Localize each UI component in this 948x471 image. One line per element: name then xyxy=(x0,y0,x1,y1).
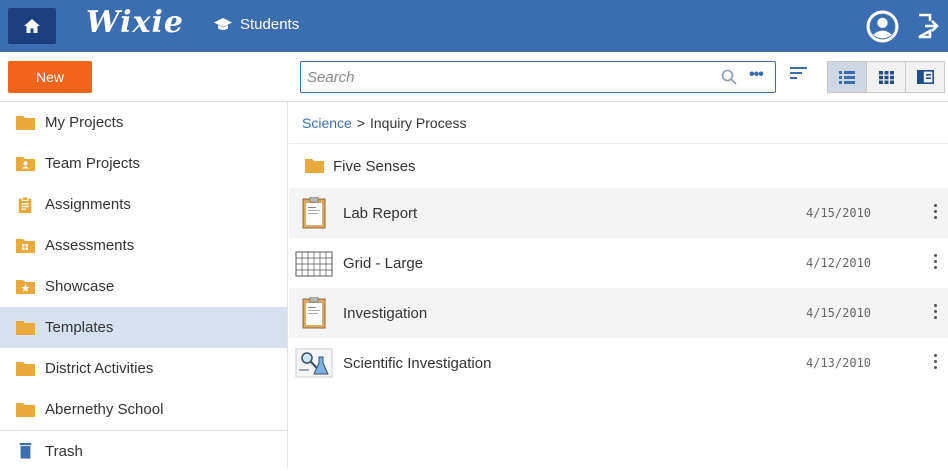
file-date: 4/15/2010 xyxy=(806,306,872,320)
search-input[interactable] xyxy=(307,62,707,92)
top-header: Wixie Students xyxy=(0,0,948,52)
sidebar-item-label: Showcase xyxy=(45,278,115,295)
star-folder-icon xyxy=(16,279,35,294)
science-image-thumbnail xyxy=(295,348,333,378)
search-icon[interactable] xyxy=(721,69,737,85)
file-date: 4/12/2010 xyxy=(806,256,872,270)
sidebar-item-label: Trash xyxy=(45,442,83,460)
detail-view-button[interactable] xyxy=(905,61,945,93)
students-link[interactable]: Students xyxy=(214,16,299,33)
sidebar-item-label: Assignments xyxy=(45,196,131,213)
folder-icon xyxy=(16,320,35,335)
search-options-icon[interactable]: ••• xyxy=(749,66,764,84)
grid-view-icon xyxy=(878,70,894,84)
logout-icon xyxy=(918,13,939,39)
logout-button[interactable] xyxy=(916,13,940,44)
clipboard-document-thumbnail xyxy=(302,297,326,329)
file-date: 4/13/2010 xyxy=(806,356,872,370)
more-options-icon[interactable] xyxy=(932,204,938,222)
breadcrumb-link-science[interactable]: Science xyxy=(302,115,352,131)
breadcrumb: Science > Inquiry Process xyxy=(289,102,948,144)
file-browser: Science > Inquiry Process Five Senses La… xyxy=(289,102,948,468)
wixie-logo[interactable]: Wixie xyxy=(86,5,184,40)
view-mode-toggle xyxy=(827,61,945,93)
sidebar: My Projects Team Projects Assignments As… xyxy=(0,102,288,468)
list-view-icon xyxy=(839,70,855,84)
sidebar-item-label: Team Projects xyxy=(45,155,141,172)
clipboard-document-thumbnail xyxy=(302,197,326,229)
folder-icon xyxy=(16,115,35,130)
folder-icon xyxy=(16,402,35,417)
clipboard-icon xyxy=(18,196,32,213)
account-icon xyxy=(866,10,899,43)
search-box: ••• xyxy=(300,61,776,93)
folder-row-five-senses[interactable]: Five Senses xyxy=(289,144,948,188)
assessment-folder-icon xyxy=(16,238,35,253)
folder-icon xyxy=(16,361,35,376)
home-button[interactable] xyxy=(8,8,56,44)
home-icon xyxy=(24,19,40,33)
sidebar-item-showcase[interactable]: Showcase xyxy=(0,266,287,307)
sidebar-item-trash[interactable]: Trash xyxy=(0,430,287,471)
sidebar-item-label: Assessments xyxy=(45,237,135,254)
graduation-cap-icon xyxy=(214,18,232,30)
file-date: 4/15/2010 xyxy=(806,206,872,220)
list-view-button[interactable] xyxy=(827,61,867,93)
folder-icon xyxy=(305,159,324,173)
file-name: Investigation xyxy=(343,304,428,322)
sidebar-item-my-projects[interactable]: My Projects xyxy=(0,102,287,143)
file-row-grid-large[interactable]: Grid - Large 4/12/2010 xyxy=(289,238,948,288)
breadcrumb-separator: > xyxy=(356,114,365,131)
folder-name: Five Senses xyxy=(333,157,416,175)
detail-view-icon xyxy=(916,70,934,84)
trash-icon xyxy=(19,443,32,459)
team-folder-icon xyxy=(16,156,35,171)
file-row-lab-report[interactable]: Lab Report 4/15/2010 xyxy=(289,188,948,238)
file-row-scientific-investigation[interactable]: Scientific Investigation 4/13/2010 xyxy=(289,338,948,388)
breadcrumb-current: Inquiry Process xyxy=(370,114,467,131)
sidebar-item-label: My Projects xyxy=(45,114,124,131)
sidebar-item-assessments[interactable]: Assessments xyxy=(0,225,287,266)
file-name: Grid - Large xyxy=(343,254,424,272)
more-options-icon[interactable] xyxy=(932,304,938,322)
file-row-investigation[interactable]: Investigation 4/15/2010 xyxy=(289,288,948,338)
grid-view-button[interactable] xyxy=(866,61,906,93)
sort-icon[interactable] xyxy=(789,66,809,82)
sidebar-item-label: Abernethy School xyxy=(45,401,164,418)
file-name: Scientific Investigation xyxy=(343,354,492,372)
sidebar-item-team-projects[interactable]: Team Projects xyxy=(0,143,287,184)
sidebar-item-abernethy-school[interactable]: Abernethy School xyxy=(0,389,287,430)
sidebar-item-templates[interactable]: Templates xyxy=(0,307,287,348)
sidebar-item-assignments[interactable]: Assignments xyxy=(0,184,287,225)
more-options-icon[interactable] xyxy=(932,254,938,272)
sidebar-item-label: Templates xyxy=(45,319,114,336)
toolbar: New ••• xyxy=(0,52,948,102)
sidebar-item-district-activities[interactable]: District Activities xyxy=(0,348,287,389)
students-label: Students xyxy=(240,16,300,33)
account-button[interactable] xyxy=(866,10,899,48)
file-name: Lab Report xyxy=(343,204,418,222)
sidebar-item-label: District Activities xyxy=(45,360,154,377)
new-button[interactable]: New xyxy=(8,61,92,93)
grid-thumbnail xyxy=(295,251,333,277)
more-options-icon[interactable] xyxy=(932,354,938,372)
